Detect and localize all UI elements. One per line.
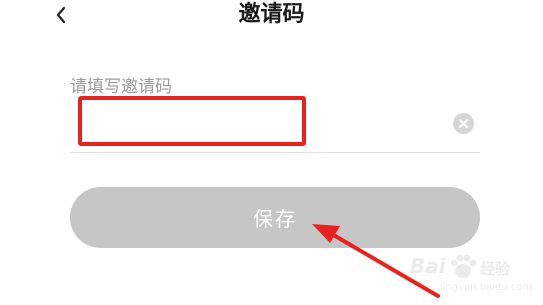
watermark-url: jingyan.baidu.com <box>440 282 533 293</box>
paw-icon <box>450 254 477 278</box>
page-title: 邀请码 <box>238 2 305 27</box>
watermark-brand: Bai <box>410 254 446 278</box>
clear-circle-icon <box>459 119 468 128</box>
invite-code-page: 邀请码 请填写邀请码 保存 Bai 经验 jingyan.baidu.com <box>0 0 543 305</box>
input-underline <box>70 152 480 153</box>
invite-code-input[interactable] <box>74 100 444 142</box>
watermark: Bai 经验 jingyan.baidu.com <box>410 252 535 302</box>
clear-button[interactable] <box>453 113 474 134</box>
invite-code-label: 请填写邀请码 <box>70 77 172 97</box>
save-button[interactable]: 保存 <box>70 187 480 248</box>
watermark-suffix: 经验 <box>480 260 511 278</box>
